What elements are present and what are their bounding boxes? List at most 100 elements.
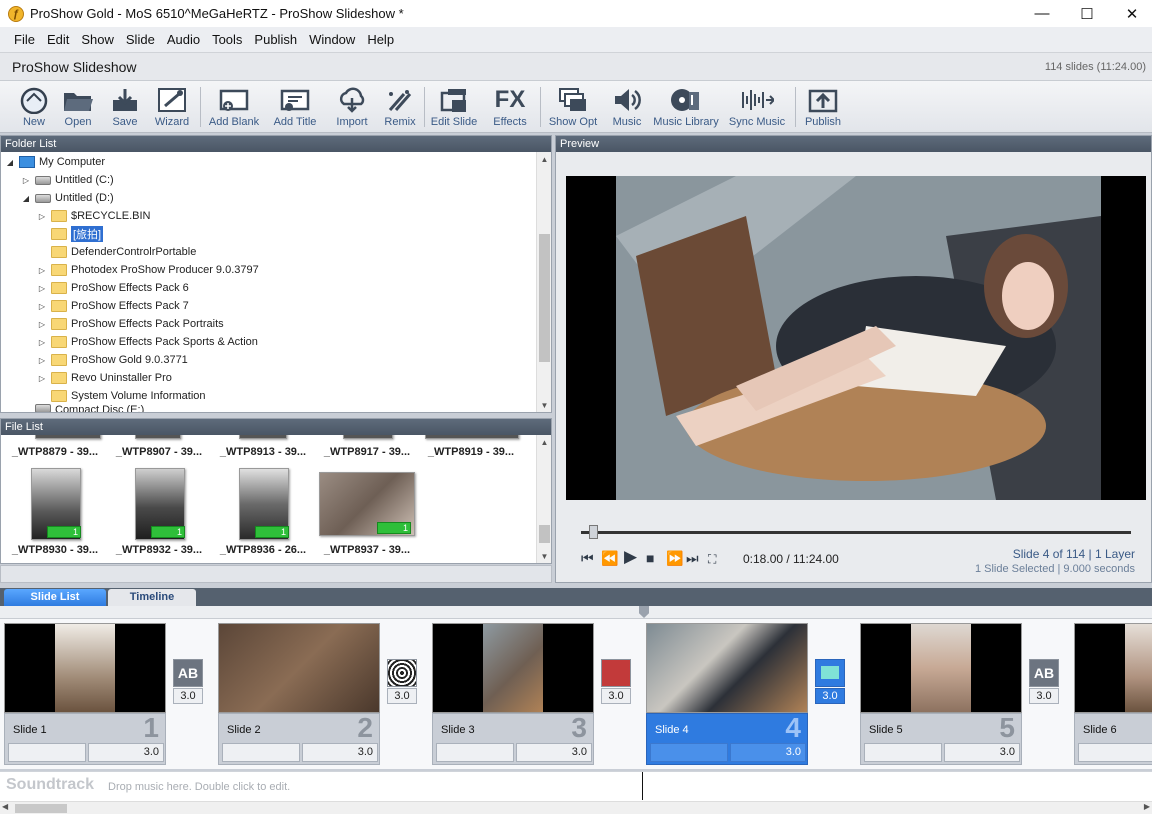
file-thumbnail[interactable] (135, 435, 181, 439)
slide-card[interactable]: Slide 3 3 3.0 (432, 623, 594, 765)
music-library-button[interactable]: Music Library (653, 85, 719, 131)
ripple-transition-icon[interactable] (387, 659, 417, 687)
transition[interactable]: 3.0 (384, 659, 420, 709)
file-name[interactable]: _WTP8936 - 26... (213, 544, 313, 556)
close-button[interactable]: ✕ (1110, 0, 1152, 27)
tree-item-folder[interactable]: ▷ ProShow Effects Pack Portraits (37, 315, 224, 333)
slide-transition-icon[interactable] (815, 659, 845, 687)
import-button[interactable]: Import (332, 85, 372, 131)
skip-end-icon[interactable]: ⏭ (686, 550, 699, 567)
collapse-arrow-icon[interactable]: ◢ (21, 194, 31, 203)
menu-show[interactable]: Show (75, 32, 120, 47)
open-button[interactable]: Open (58, 85, 98, 131)
slide-notes-field[interactable] (8, 743, 86, 762)
scroll-thumb[interactable] (15, 804, 67, 813)
rewind-icon[interactable]: ⏪ (601, 550, 618, 567)
add-blank-button[interactable]: Add Blank (208, 85, 260, 131)
file-name[interactable]: _WTP8879 - 39... (5, 446, 105, 458)
scroll-down-icon[interactable]: ▼ (537, 549, 552, 563)
publish-button[interactable]: Publish (803, 85, 843, 131)
scroll-down-icon[interactable]: ▼ (537, 398, 552, 412)
menu-slide[interactable]: Slide (120, 32, 161, 47)
tree-item-folder[interactable]: ▷ Photodex ProShow Producer 9.0.3797 (37, 261, 259, 279)
file-thumbnail[interactable] (239, 435, 287, 439)
slide-duration[interactable]: 3.0 (302, 743, 378, 762)
file-scrollbar[interactable]: ▲ ▼ (536, 435, 551, 563)
slide-card[interactable]: Slide 5 5 3.0 (860, 623, 1022, 765)
tab-slide-list[interactable]: Slide List (4, 589, 106, 606)
soundtrack-lane[interactable]: Soundtrack Drop music here. Double click… (0, 771, 1152, 801)
slide-card[interactable]: Slide 1 1 3.0 (4, 623, 166, 765)
slide-list-scrollbar[interactable]: ◀ ▶ (0, 801, 1152, 814)
preview-timeline-bar[interactable] (581, 531, 1131, 534)
expand-arrow-icon[interactable]: ▷ (21, 176, 31, 185)
preview-frame[interactable] (566, 176, 1146, 500)
slide-notes-field[interactable] (436, 743, 514, 762)
file-name[interactable]: _WTP8907 - 39... (109, 446, 209, 458)
minimize-button[interactable]: — (1020, 0, 1064, 27)
tree-item-my-computer[interactable]: ◢ My Computer (5, 153, 105, 171)
slide-duration[interactable]: 3.0 (516, 743, 592, 762)
expand-arrow-icon[interactable]: ▷ (37, 356, 47, 365)
slide-duration[interactable]: 3.0 (944, 743, 1020, 762)
fast-forward-icon[interactable]: ⏩ (666, 550, 683, 567)
expand-arrow-icon[interactable]: ▷ (37, 374, 47, 383)
fullscreen-icon[interactable]: ⛶ (708, 552, 716, 567)
skip-start-icon[interactable]: ⏮ (581, 550, 594, 567)
tree-item-drive-c[interactable]: ▷ Untitled (C:) (21, 171, 114, 189)
sync-music-button[interactable]: Sync Music (728, 85, 786, 131)
tree-item-folder[interactable]: ▷ Revo Uninstaller Pro (37, 369, 172, 387)
file-name[interactable]: _WTP8917 - 39... (317, 446, 417, 458)
file-name[interactable]: _WTP8919 - 39... (421, 446, 521, 458)
file-thumbnail[interactable] (35, 435, 101, 439)
slide-notes-field[interactable] (650, 743, 728, 762)
edit-slide-button[interactable]: Edit Slide (430, 85, 478, 131)
transition[interactable]: 3.0 (598, 659, 634, 709)
tree-item-folder[interactable]: ▷ $RECYCLE.BIN (37, 207, 150, 225)
add-title-button[interactable]: Add Title (272, 85, 318, 131)
tree-item-folder[interactable]: ▷ ProShow Effects Pack 6 (37, 279, 189, 297)
slide-card[interactable]: Slide 2 2 3.0 (218, 623, 380, 765)
expand-arrow-icon[interactable]: ▷ (37, 320, 47, 329)
save-button[interactable]: Save (105, 85, 145, 131)
tab-timeline[interactable]: Timeline (108, 589, 196, 606)
tree-item-folder-selected[interactable]: [旅拍] (37, 225, 104, 243)
menu-audio[interactable]: Audio (161, 32, 206, 47)
circle-transition-icon[interactable] (601, 659, 631, 687)
menu-window[interactable]: Window (303, 32, 361, 47)
menu-tools[interactable]: Tools (206, 32, 248, 47)
collapse-arrow-icon[interactable]: ◢ (5, 158, 15, 167)
slide-card[interactable]: Slide 6 (1074, 623, 1152, 765)
file-name[interactable]: _WTP8937 - 39... (317, 544, 417, 556)
tree-item-folder[interactable]: ▷ ProShow Effects Pack Sports & Action (37, 333, 258, 351)
transition-selected[interactable]: 3.0 (812, 659, 848, 709)
menu-publish[interactable]: Publish (248, 32, 303, 47)
scroll-right-icon[interactable]: ▶ (1144, 802, 1150, 811)
file-name[interactable]: _WTP8932 - 39... (109, 544, 209, 556)
transition[interactable]: AB 3.0 (170, 659, 206, 709)
expand-arrow-icon[interactable]: ▷ (37, 212, 47, 221)
slide-notes-field[interactable] (864, 743, 942, 762)
music-button[interactable]: Music (607, 85, 647, 131)
remix-button[interactable]: Remix (380, 85, 420, 131)
file-thumbnail[interactable] (425, 435, 519, 439)
tree-item-drive-e[interactable]: Compact Disc (E:) (21, 404, 144, 412)
new-button[interactable]: New (14, 85, 54, 131)
file-thumbnail[interactable] (343, 435, 393, 439)
expand-arrow-icon[interactable]: ▷ (37, 338, 47, 347)
menu-help[interactable]: Help (361, 32, 400, 47)
scroll-up-icon[interactable]: ▲ (537, 435, 552, 449)
menu-file[interactable]: File (8, 32, 41, 47)
expand-arrow-icon[interactable]: ▷ (37, 284, 47, 293)
folder-scrollbar[interactable]: ▲ ▼ (536, 152, 551, 412)
scroll-thumb[interactable] (539, 234, 550, 362)
preview-playhead[interactable] (589, 525, 598, 539)
tree-item-folder[interactable]: ▷ ProShow Effects Pack 7 (37, 297, 189, 315)
ab-transition-icon[interactable]: AB (1029, 659, 1059, 687)
expand-arrow-icon[interactable]: ▷ (37, 266, 47, 275)
wizard-button[interactable]: Wizard (152, 85, 192, 131)
tree-item-drive-d[interactable]: ◢ Untitled (D:) (21, 189, 114, 207)
maximize-button[interactable]: ☐ (1065, 0, 1109, 27)
file-name[interactable]: _WTP8913 - 39... (213, 446, 313, 458)
transition[interactable]: AB 3.0 (1026, 659, 1062, 709)
